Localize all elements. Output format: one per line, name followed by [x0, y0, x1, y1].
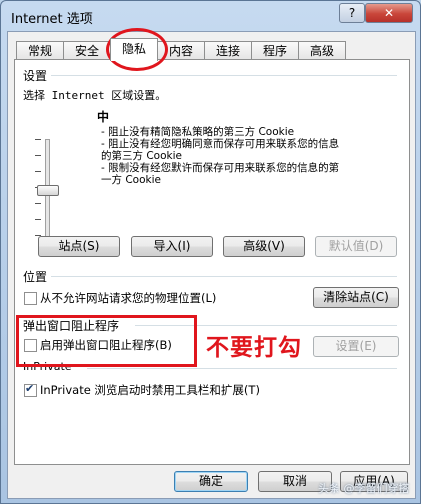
bullet-2-line-1: - 阻止没有经您明确同意而保存可用来联系您的信息 [101, 138, 340, 150]
advanced-button[interactable]: 高级(V) [223, 236, 305, 257]
slider-tick [35, 171, 41, 172]
watermark: 头条 @李留们穿搭 [318, 482, 410, 495]
slider-tick [35, 155, 41, 156]
location-separator [51, 276, 397, 277]
tab-connections[interactable]: 连接 [204, 41, 252, 60]
title-bar[interactable]: Internet 选项 ? ✕ [1, 1, 420, 31]
location-heading: 位置 [23, 270, 48, 284]
privacy-panel: 设置 选择 Internet 区域设置。 中 - 阻止没有精简隐私策略的第三方 … [14, 59, 410, 465]
tab-programs[interactable]: 程序 [251, 41, 299, 60]
internet-options-window: Internet 选项 ? ✕ 常规 安全 隐私 内容 连接 程序 高级 设置 … [0, 0, 421, 504]
default-button[interactable]: 默认值(D) [315, 236, 397, 257]
annotation-text: 不要打勾 [206, 335, 302, 361]
ok-button[interactable]: 确定 [174, 471, 248, 492]
settings-heading: 设置 [23, 69, 48, 83]
privacy-level-name: 中 [97, 110, 110, 124]
slider-thumb[interactable] [37, 185, 59, 196]
zone-instruction: 选择 Internet 区域设置。 [23, 89, 167, 102]
slider-tick [35, 219, 41, 220]
help-button[interactable]: ? [339, 3, 365, 23]
settings-separator [51, 75, 397, 76]
tab-general[interactable]: 常规 [16, 41, 64, 60]
inprivate-separator [87, 368, 397, 369]
bullet-3-line-1: - 限制没有经您默许而保存可用来联系您的信息的第 [101, 162, 340, 174]
slider-tick [35, 203, 41, 204]
dialog-client: 常规 安全 隐私 内容 连接 程序 高级 设置 选择 Internet 区域设置… [7, 31, 416, 499]
bullet-2-line-2: 的第三方 Cookie [101, 150, 182, 162]
popup-blocker-highlight-box [16, 315, 197, 367]
location-checkbox[interactable] [24, 292, 37, 305]
close-button[interactable]: ✕ [365, 3, 413, 23]
bullet-3-line-2: 一方 Cookie [101, 174, 161, 186]
privacy-level-slider[interactable] [23, 105, 63, 245]
sites-button[interactable]: 站点(S) [38, 236, 120, 257]
location-checkbox-label[interactable]: 从不允许网站请求您的物理位置(L) [40, 290, 216, 306]
tab-privacy[interactable]: 隐私 [110, 38, 158, 61]
inprivate-checkbox-label[interactable]: InPrivate 浏览启动时禁用工具栏和扩展(T) [40, 382, 260, 398]
clear-sites-button[interactable]: 清除站点(C) [313, 287, 399, 308]
tab-security[interactable]: 安全 [63, 41, 111, 60]
inprivate-checkbox[interactable] [24, 382, 37, 397]
tab-advanced[interactable]: 高级 [298, 41, 346, 60]
bullet-1-line-1: - 阻止没有精简隐私策略的第三方 Cookie [101, 126, 295, 138]
import-button[interactable]: 导入(I) [131, 236, 213, 257]
slider-tick [35, 139, 41, 140]
window-title: Internet 选项 [11, 12, 93, 27]
popup-settings-button[interactable]: 设置(E) [313, 336, 399, 357]
privacy-description: - 阻止没有精简隐私策略的第三方 Cookie - 阻止没有经您明确同意而保存可… [101, 126, 391, 186]
